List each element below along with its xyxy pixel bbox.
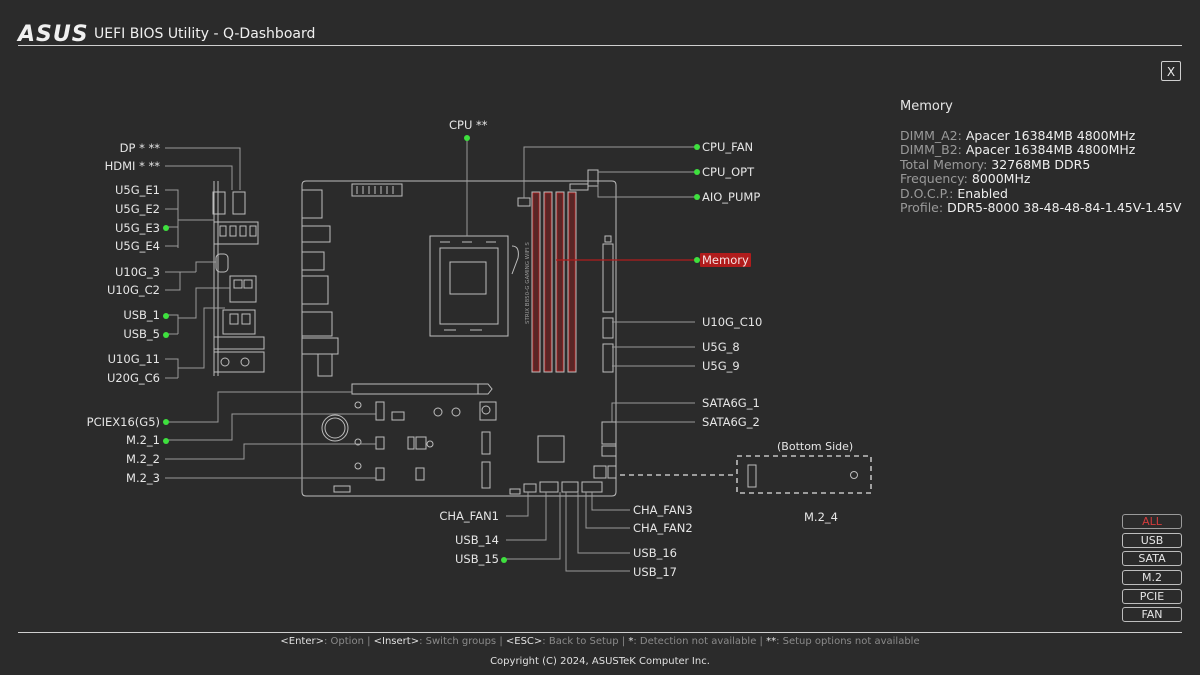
label-u20g-c6[interactable]: U20G_C6 <box>107 371 160 385</box>
info-row-frequency: Frequency: 8000MHz <box>900 171 1190 187</box>
hint-key-double-star: ** <box>766 636 777 647</box>
label-usb-16[interactable]: USB_16 <box>633 546 677 560</box>
io-shield-bracket <box>213 181 219 376</box>
info-value: Enabled <box>957 185 1008 201</box>
pcie-x16-slot <box>351 383 493 395</box>
label-u10g-11[interactable]: U10G_11 <box>108 352 160 366</box>
hdmi-port <box>232 191 246 215</box>
label-sata6g-1[interactable]: SATA6G_1 <box>702 396 760 410</box>
label-u10g-c10[interactable]: U10G_C10 <box>702 315 762 329</box>
label-dp[interactable]: DP * ** <box>120 141 160 155</box>
footer-hints: <Enter>: Option | <Insert>: Switch group… <box>280 636 920 647</box>
info-key: D.O.C.P.: <box>900 185 954 201</box>
label-u5g-e2[interactable]: U5G_E2 <box>115 202 160 216</box>
info-key: DIMM_B2: <box>900 142 962 157</box>
filter-group: ALL USB SATA M.2 PCIE FAN <box>1122 514 1182 626</box>
label-u10g-c2[interactable]: U10G_C2 <box>107 283 160 297</box>
info-value: 8000MHz <box>971 171 1031 186</box>
filter-all-button[interactable]: ALL <box>1122 514 1182 529</box>
label-usb-1[interactable]: USB_1 <box>123 308 160 322</box>
label-u5g-8[interactable]: U5G_8 <box>702 340 740 354</box>
info-row-profile: Profile: DDR5-8000 38-48-48-84-1.45V-1.4… <box>900 200 1190 216</box>
filter-m2-button[interactable]: M.2 <box>1122 570 1182 586</box>
filter-sata-button[interactable]: SATA <box>1122 551 1182 567</box>
label-sata6g-2[interactable]: SATA6G_2 <box>702 415 760 429</box>
cpu-power-connector <box>351 183 403 197</box>
chipset <box>537 435 565 463</box>
bottom-side-caption: (Bottom Side) <box>777 440 854 453</box>
cmos-battery <box>321 414 349 442</box>
label-cha-fan1[interactable]: CHA_FAN1 <box>439 509 499 523</box>
label-u10g-3[interactable]: U10G_3 <box>115 265 160 279</box>
info-value: DDR5-8000 38-48-48-84-1.45V-1.45V <box>947 200 1182 215</box>
label-cha-fan3[interactable]: CHA_FAN3 <box>633 503 693 517</box>
footer-divider <box>18 632 1182 633</box>
copyright-text: Copyright (C) 2024, ASUSTeK Computer Inc… <box>490 656 710 667</box>
hint-desc: : Detection not available <box>633 636 757 647</box>
info-key: Total Memory: <box>900 156 988 172</box>
info-key: DIMM_A2: <box>900 127 962 143</box>
info-row-total-memory: Total Memory: 32768MB DDR5 <box>900 156 1190 173</box>
label-m2-1[interactable]: M.2_1 <box>126 433 160 447</box>
label-m2-2[interactable]: M.2_2 <box>126 452 160 466</box>
info-row-dimm-a2: DIMM_A2: Apacer 16384MB 4800MHz <box>900 127 1190 144</box>
cpu-socket <box>429 235 509 337</box>
dp-port <box>212 191 226 215</box>
filter-pcie-button[interactable]: PCIE <box>1122 588 1182 604</box>
m2-slot <box>375 401 385 421</box>
filter-fan-button[interactable]: FAN <box>1122 607 1182 623</box>
atx-24pin-connector <box>602 243 614 313</box>
info-value: 32768MB DDR5 <box>991 156 1091 172</box>
label-cpu-fan[interactable]: CPU_FAN <box>702 140 753 154</box>
hint-desc: : Option <box>323 636 364 647</box>
hint-key-enter: <Enter> <box>280 636 324 647</box>
info-panel-title: Memory <box>900 99 953 114</box>
label-aio-pump[interactable]: AIO_PUMP <box>702 190 760 204</box>
hint-desc: : Switch groups <box>419 636 497 647</box>
device-info-panel: Memory DIMM_A2: Apacer 16384MB 4800MHz D… <box>900 99 1190 216</box>
label-cpu[interactable]: CPU ** <box>449 118 488 132</box>
label-m2-3[interactable]: M.2_3 <box>126 471 160 485</box>
label-u5g-e1[interactable]: U5G_E1 <box>115 183 160 197</box>
label-usb-15[interactable]: USB_15 <box>455 552 499 566</box>
usb-typec-2 <box>213 336 265 350</box>
info-row-dimm-b2: DIMM_B2: Apacer 16384MB 4800MHz <box>900 142 1190 158</box>
hint-desc: : Setup options not available <box>776 636 920 647</box>
board-model-silkscreen: STRIX B850-G GAMING WIFI S <box>525 242 531 324</box>
label-usb-5[interactable]: USB_5 <box>123 327 160 341</box>
label-hdmi[interactable]: HDMI * ** <box>105 159 160 173</box>
label-u5g-9[interactable]: U5G_9 <box>702 359 740 373</box>
info-value: Apacer 16384MB 4800MHz <box>965 127 1136 143</box>
hint-key-esc: <ESC> <box>505 636 543 647</box>
filter-usb-button[interactable]: USB <box>1122 532 1182 548</box>
info-value: Apacer 16384MB 4800MHz <box>965 142 1136 157</box>
label-m2-4[interactable]: M.2_4 <box>804 510 838 524</box>
label-u5g-e3[interactable]: U5G_E3 <box>115 221 160 235</box>
label-u5g-e4[interactable]: U5G_E4 <box>115 239 160 253</box>
hint-desc: : Back to Setup <box>542 636 619 647</box>
label-cpu-opt[interactable]: CPU_OPT <box>702 165 754 179</box>
label-cha-fan2[interactable]: CHA_FAN2 <box>633 521 693 535</box>
label-usb-17[interactable]: USB_17 <box>633 565 677 579</box>
label-memory[interactable]: Memory <box>700 253 751 267</box>
info-key: Frequency: <box>900 171 968 186</box>
info-key: Profile: <box>900 200 944 215</box>
label-usb-14[interactable]: USB_14 <box>455 533 499 547</box>
dimm-highlight <box>532 192 576 372</box>
label-pciex16-g5[interactable]: PCIEX16(G5) <box>87 415 160 429</box>
hint-key-insert: <Insert> <box>373 636 420 647</box>
info-row-docp: D.O.C.P.: Enabled <box>900 185 1190 202</box>
